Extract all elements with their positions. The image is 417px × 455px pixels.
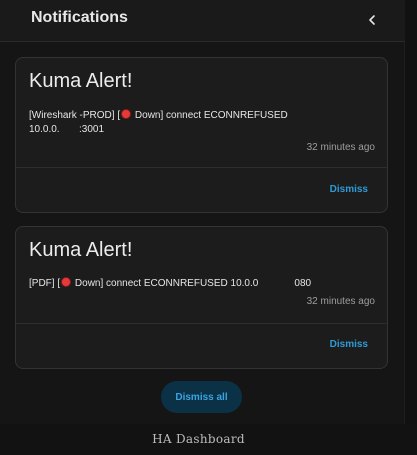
chevron-left-icon <box>369 15 375 25</box>
notification-card: Kuma Alert! [PDF] [ Down] connect ECONNR… <box>15 226 388 369</box>
notification-title: Kuma Alert! <box>29 70 133 92</box>
message-status: Down] connect ECONNREFUSED 10.0.0 080 <box>74 278 312 289</box>
notification-message: [PDF] [ Down] connect ECONNREFUSED 10.0.… <box>29 277 379 291</box>
notification-message: [Wireshark -PROD] [ Down] connect ECONNR… <box>29 109 379 137</box>
red-circle-icon <box>121 109 132 119</box>
dismiss-button[interactable]: Dismiss <box>330 184 368 195</box>
dismiss-button[interactable]: Dismiss <box>330 339 368 350</box>
card-divider <box>16 323 387 324</box>
message-status: Down] connect ECONNREFUSED <box>134 110 288 121</box>
red-circle-icon <box>61 277 72 287</box>
drawer-title: Notifications <box>31 9 128 26</box>
close-drawer-button[interactable] <box>362 10 382 30</box>
drawer-header: Notifications <box>0 0 405 42</box>
notification-time: 32 minutes ago <box>306 296 375 307</box>
message-prefix: [Wireshark -PROD] [ <box>29 110 121 121</box>
footer-label: HA Dashboard <box>152 432 245 446</box>
message-line-2: 10.0.0. :3001 <box>29 124 105 135</box>
notification-title: Kuma Alert! <box>29 239 133 261</box>
footer: HA Dashboard <box>0 424 417 455</box>
message-prefix: [PDF] [ <box>29 278 61 289</box>
notification-time: 32 minutes ago <box>306 142 375 153</box>
card-divider <box>16 167 387 168</box>
notification-card: Kuma Alert! [Wireshark -PROD] [ Down] co… <box>15 57 388 213</box>
dismiss-all-button[interactable]: Dismiss all <box>161 381 242 413</box>
notifications-drawer: Notifications Kuma Alert! [Wireshark -PR… <box>0 0 405 424</box>
